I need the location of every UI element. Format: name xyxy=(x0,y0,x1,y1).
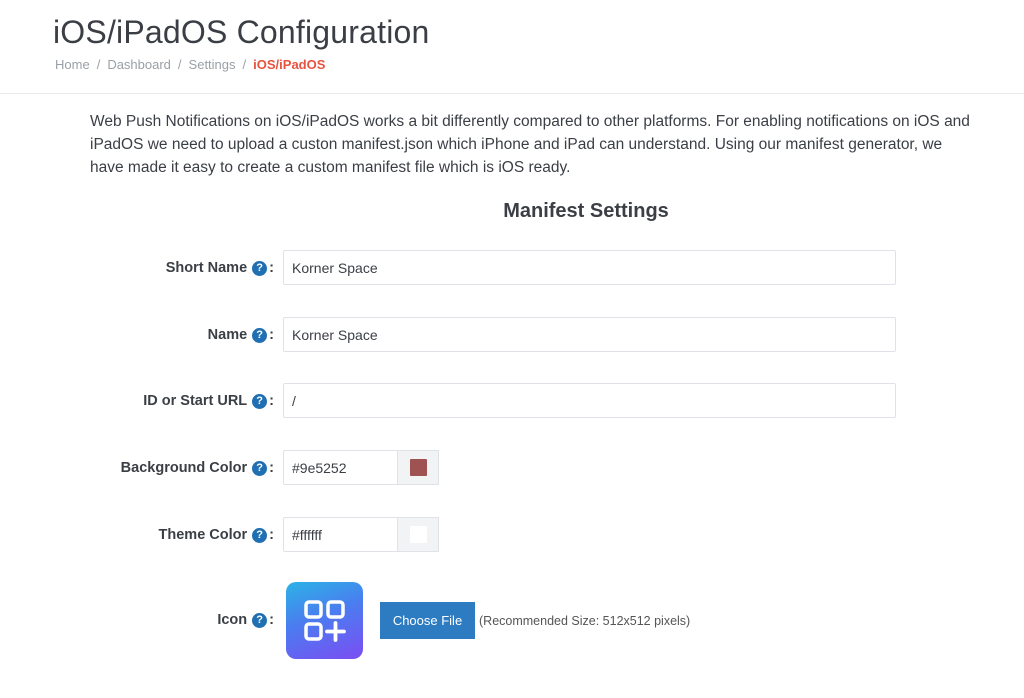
short-name-input[interactable] xyxy=(283,250,896,285)
theme-color-row: Theme Color ? : xyxy=(0,517,1024,553)
help-icon[interactable]: ? xyxy=(252,327,268,343)
name-label: Name ? : xyxy=(207,327,274,343)
theme-color-picker[interactable] xyxy=(397,517,439,552)
choose-file-button[interactable]: Choose File xyxy=(380,602,475,639)
start-url-input[interactable] xyxy=(283,383,896,418)
icon-row: Icon ? : Choose File (Recommended Size: … xyxy=(0,582,1024,660)
short-name-label: Short Name ? : xyxy=(165,260,274,276)
help-icon[interactable]: ? xyxy=(252,460,268,476)
name-input[interactable] xyxy=(283,317,896,352)
help-icon[interactable]: ? xyxy=(252,393,268,409)
breadcrumb: Home / Dashboard / Settings / iOS/iPadOS xyxy=(55,57,325,72)
short-name-row: Short Name ? : xyxy=(0,250,1024,286)
page-header: iOS/iPadOS Configuration Home / Dashboar… xyxy=(0,0,1024,94)
breadcrumb-dashboard[interactable]: Dashboard xyxy=(107,57,171,72)
background-color-input[interactable] xyxy=(283,450,397,485)
breadcrumb-home[interactable]: Home xyxy=(55,57,90,72)
breadcrumb-separator: / xyxy=(242,57,247,72)
start-url-row: ID or Start URL ? : xyxy=(0,383,1024,419)
page-title: iOS/iPadOS Configuration xyxy=(53,14,430,50)
help-icon[interactable]: ? xyxy=(252,527,268,543)
help-icon[interactable]: ? xyxy=(252,260,268,276)
name-row: Name ? : xyxy=(0,317,1024,353)
intro-text: Web Push Notifications on iOS/iPadOS wor… xyxy=(90,113,970,176)
breadcrumb-separator: / xyxy=(96,57,101,72)
help-icon[interactable]: ? xyxy=(252,612,268,628)
theme-color-label: Theme Color ? : xyxy=(158,527,274,543)
recommended-size-text: (Recommended Size: 512x512 pixels) xyxy=(479,613,691,628)
background-color-row: Background Color ? : xyxy=(0,450,1024,486)
background-color-swatch xyxy=(409,459,427,476)
theme-color-swatch xyxy=(409,526,427,543)
breadcrumb-settings[interactable]: Settings xyxy=(189,57,236,72)
background-color-picker[interactable] xyxy=(397,450,439,485)
breadcrumb-separator: / xyxy=(177,57,182,72)
manifest-settings-title: Manifest Settings xyxy=(503,200,669,222)
theme-color-input[interactable] xyxy=(283,517,397,552)
background-color-label: Background Color ? : xyxy=(120,460,274,476)
icon-label: Icon ? : xyxy=(217,612,274,628)
app-grid-plus-icon xyxy=(286,582,363,659)
start-url-label: ID or Start URL ? : xyxy=(143,393,274,409)
grid-plus-glyph xyxy=(303,599,346,642)
breadcrumb-current: iOS/iPadOS xyxy=(253,57,326,72)
